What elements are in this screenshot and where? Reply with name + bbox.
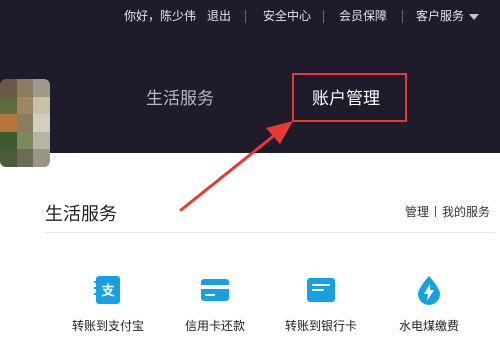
service-label: 转账到银行卡 [284, 319, 357, 333]
logout-link[interactable]: 退出 [207, 9, 231, 23]
service-label: 信用卡还款 [184, 319, 245, 333]
utility-drop-icon [414, 275, 444, 305]
member-protection-link[interactable]: 会员保障 [339, 9, 387, 23]
section-divider [45, 232, 495, 233]
alipay-transfer-icon: 支 [93, 275, 123, 305]
chevron-down-icon[interactable] [469, 14, 479, 20]
topbar-divider [245, 10, 246, 23]
top-navigation-bar: 你好，陈少伟 退出 安全中心 会员保障 客户服务 [0, 0, 500, 33]
customer-service-menu[interactable]: 客户服务 [416, 9, 464, 23]
service-item-utility-payment[interactable]: 水电煤缴费 [381, 275, 477, 334]
section-title: 生活服务 [45, 204, 117, 225]
my-services-link[interactable]: 我的服务 [442, 205, 490, 219]
manage-link[interactable]: 管理 [405, 205, 429, 219]
avatar[interactable] [0, 79, 50, 167]
topbar-divider [402, 10, 403, 23]
service-item-credit-card-repayment[interactable]: 信用卡还款 [167, 275, 263, 334]
bank-card-icon [306, 275, 336, 305]
service-label: 转账到支付宝 [71, 319, 144, 333]
section-links: 管理 我的服务 [405, 203, 490, 220]
user-greeting: 你好，陈少伟 [124, 9, 197, 23]
account-hero-banner [0, 33, 500, 167]
security-center-link[interactable]: 安全中心 [263, 9, 311, 23]
annotation-highlight-box [292, 73, 407, 122]
credit-card-icon [200, 275, 230, 305]
svg-text:支: 支 [100, 283, 115, 299]
service-label: 水电煤缴费 [398, 319, 459, 333]
link-divider [435, 206, 437, 217]
topbar-divider [323, 10, 324, 23]
service-item-bank-transfer[interactable]: 转账到银行卡 [273, 275, 369, 334]
service-item-alipay-transfer[interactable]: 支 转账到支付宝 [60, 275, 156, 334]
tab-life-services[interactable]: 生活服务 [146, 84, 214, 109]
